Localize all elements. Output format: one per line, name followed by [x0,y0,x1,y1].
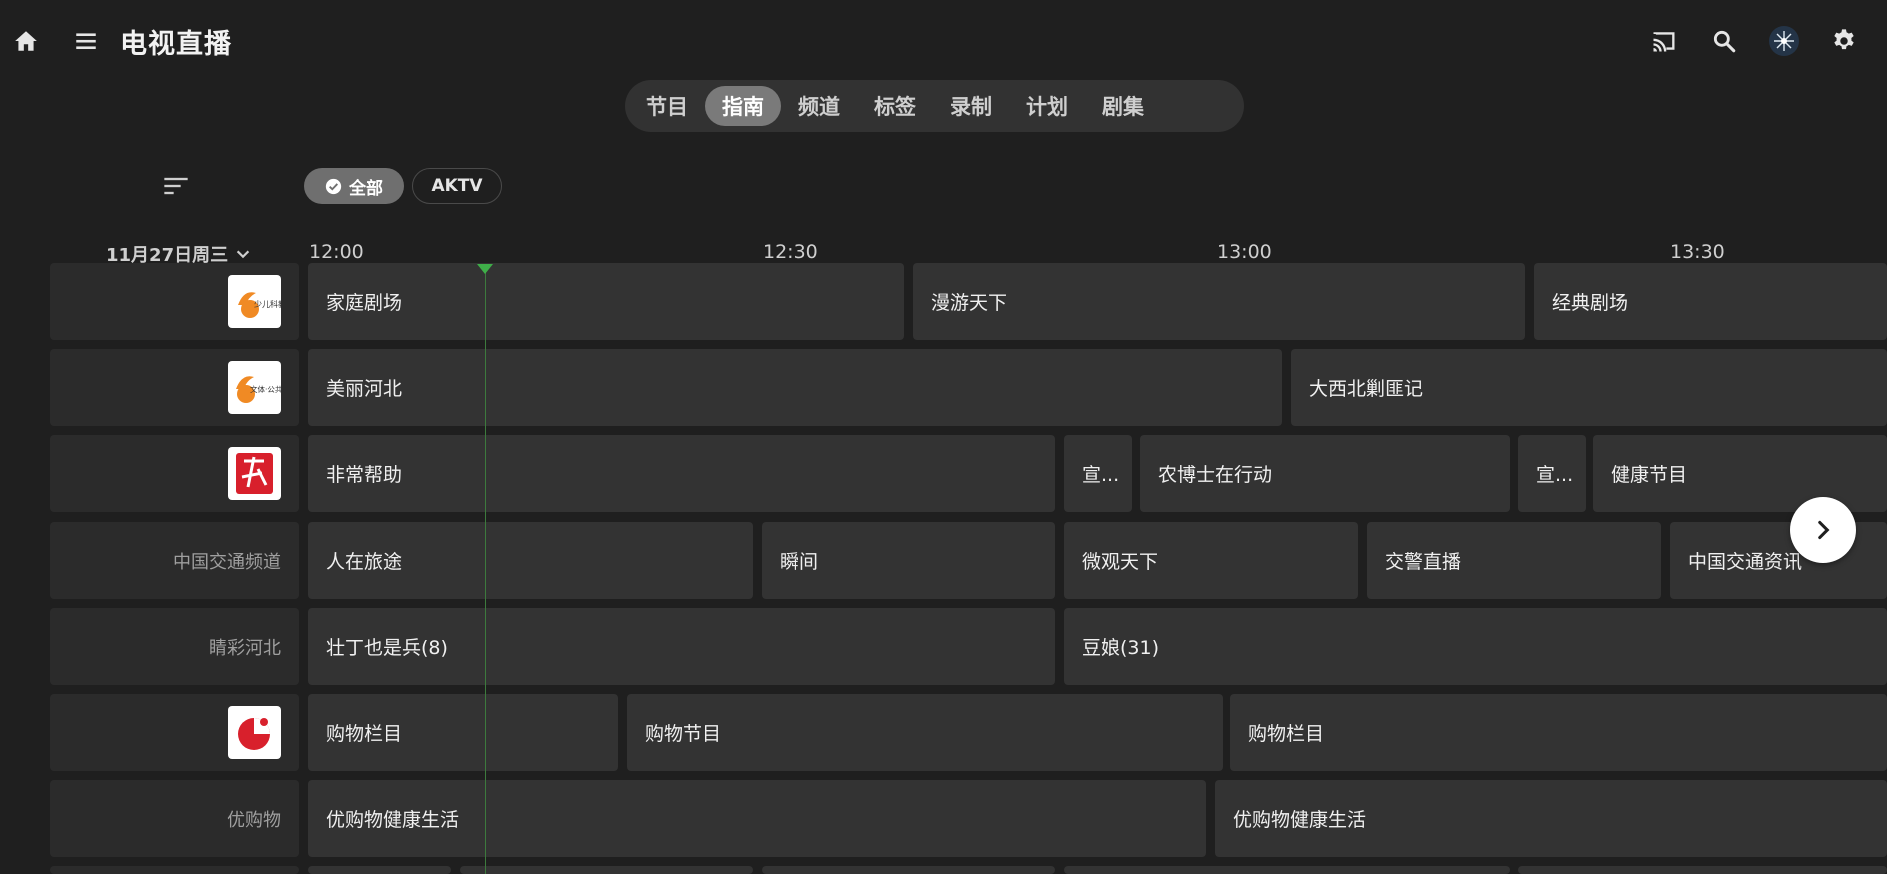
channel-name: 优购物 [227,809,281,831]
menu-button[interactable] [70,25,102,57]
filter-chip-aktv-label: AKTV [431,176,483,196]
time-label: 12:00 [309,241,364,263]
svg-text:文体·公共: 文体·公共 [250,384,281,394]
channel-name: 睛彩河北 [209,637,281,659]
filter-chip-all[interactable]: 全部 [304,168,404,204]
channel-cell[interactable]: 文体·公共 [50,349,299,426]
channel-row: 少儿科教 家庭剧场 漫游天下 经典剧场 [50,263,1887,340]
tab-programs[interactable]: 节目 [629,86,705,126]
time-label: 12:30 [763,241,818,263]
channel-row: 非常帮助 宣... 农博士在行动 宣... 健康节目 [50,435,1887,512]
program-cell[interactable]: 美丽河北 [308,349,1282,426]
tab-tags[interactable]: 标签 [857,86,933,126]
program-cell[interactable]: 购物节目 [627,694,1223,771]
avatar [1769,26,1799,56]
svg-text:少儿科教: 少儿科教 [254,299,281,309]
menu-icon [76,33,96,50]
program-cell[interactable]: 购物栏目 [1230,694,1887,771]
program-cell[interactable] [460,866,753,874]
settings-button[interactable] [1828,25,1860,57]
channel-logo: 少儿科教 [228,275,281,328]
page-title: 电视直播 [120,29,232,60]
filter-chip-aktv[interactable]: AKTV [412,168,502,204]
program-cell[interactable]: 瞬间 [762,522,1055,599]
program-cell[interactable]: 优购物健康生活 [308,780,1206,857]
channel-row [50,866,1887,874]
channel-row: 中国交通频道 人在旅途 瞬间 微观天下 交警直播 中国交通资讯 [50,522,1887,599]
program-cell[interactable]: 豆娘(31) [1064,608,1887,685]
time-label: 13:00 [1217,241,1272,263]
program-cell[interactable]: 家庭剧场 [308,263,904,340]
sort-icon [164,177,188,195]
program-cell[interactable]: 微观天下 [1064,522,1358,599]
program-cell[interactable]: 漫游天下 [913,263,1525,340]
channel-name: 中国交通频道 [173,551,281,573]
channel-cell[interactable]: 中国交通频道 [50,522,299,599]
channel-cell[interactable]: 优购物 [50,780,299,857]
channel-cell[interactable] [50,435,299,512]
channel-cell[interactable] [50,866,299,874]
tab-guide[interactable]: 指南 [705,86,781,126]
search-icon [1713,30,1736,53]
channel-logo [228,447,281,500]
chevron-right-icon [1818,520,1830,540]
scroll-right-button[interactable] [1790,497,1856,563]
current-time-marker [477,264,493,274]
chevron-down-icon [236,250,250,259]
channel-row: 文体·公共 美丽河北 大西北剿匪记 [50,349,1887,426]
user-avatar-button[interactable] [1768,25,1800,57]
channel-cell[interactable] [50,694,299,771]
program-cell[interactable]: 交警直播 [1367,522,1661,599]
channel-cell[interactable]: 少儿科教 [50,263,299,340]
program-cell[interactable]: 经典剧场 [1534,263,1887,340]
sort-button[interactable] [160,170,192,202]
cast-button[interactable] [1648,25,1680,57]
home-icon [15,31,37,51]
program-cell[interactable] [1518,866,1887,874]
program-cell[interactable] [1064,866,1510,874]
home-button[interactable] [10,25,42,57]
channel-row: 睛彩河北 壮丁也是兵(8) 豆娘(31) [50,608,1887,685]
search-button[interactable] [1708,25,1740,57]
channel-row: 购物栏目 购物节目 购物栏目 [50,694,1887,771]
program-cell[interactable]: 购物栏目 [308,694,618,771]
channel-cell[interactable]: 睛彩河北 [50,608,299,685]
program-cell[interactable] [762,866,1055,874]
program-cell[interactable]: 人在旅途 [308,522,753,599]
program-cell[interactable]: 宣... [1064,435,1132,512]
program-cell[interactable]: 非常帮助 [308,435,1055,512]
program-cell[interactable]: 壮丁也是兵(8) [308,608,1055,685]
tab-schedule[interactable]: 计划 [1009,86,1085,126]
time-label: 13:30 [1670,241,1725,263]
current-time-line [485,268,486,874]
filter-chip-all-label: 全部 [349,178,383,199]
channel-row: 优购物 优购物健康生活 优购物健康生活 [50,780,1887,857]
tab-recordings[interactable]: 录制 [933,86,1009,126]
check-circle-icon [325,178,342,194]
view-tabs: 节目 指南 频道 标签 录制 计划 剧集 [625,80,1244,132]
tab-channels[interactable]: 频道 [781,86,857,126]
channel-logo: 文体·公共 [228,361,281,414]
program-cell[interactable]: 农博士在行动 [1140,435,1510,512]
tab-series[interactable]: 剧集 [1085,86,1161,126]
cast-icon [1653,32,1675,52]
program-cell[interactable]: 大西北剿匪记 [1291,349,1887,426]
program-cell[interactable] [308,866,451,874]
program-cell[interactable]: 宣... [1518,435,1586,512]
program-cell[interactable]: 健康节目 [1593,435,1887,512]
program-cell[interactable]: 优购物健康生活 [1215,780,1887,857]
channel-logo [228,706,281,759]
settings-icon [1834,29,1854,50]
